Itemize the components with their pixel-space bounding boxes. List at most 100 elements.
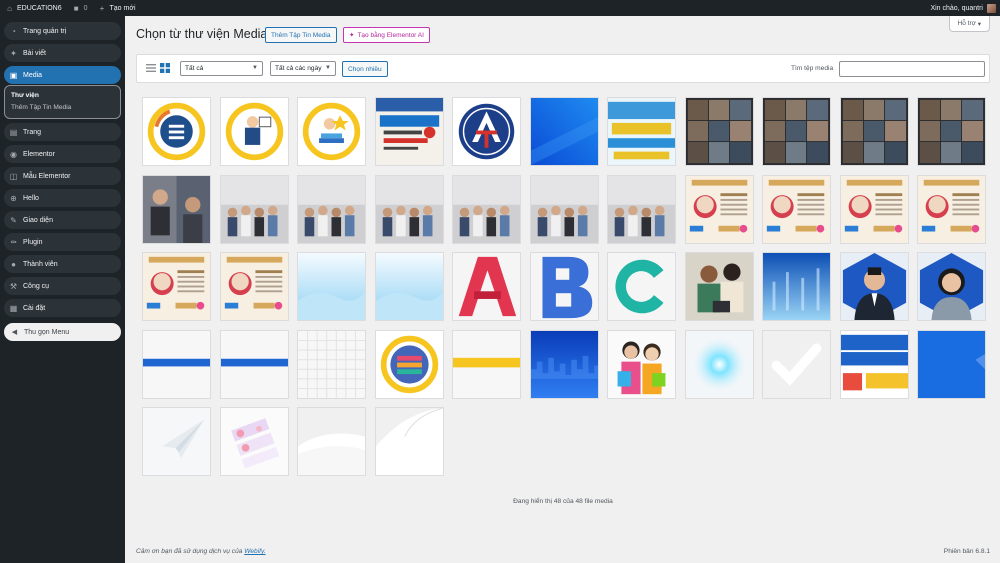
media-thumbnail[interactable] <box>374 407 444 476</box>
thumbnail-image <box>608 330 675 398</box>
media-thumbnail[interactable] <box>684 329 754 399</box>
sidebar-item-5[interactable]: ◉ Elementor <box>4 144 121 164</box>
sidebar-item-6[interactable]: ◫ Mẫu Elementor <box>4 166 121 186</box>
new-content-link[interactable]: + Tạo mới <box>93 0 141 16</box>
sidebar-item-11[interactable]: ⚒ Công cụ <box>4 276 121 296</box>
thumbnail-image <box>220 98 288 165</box>
bulk-select-button[interactable]: Chọn nhiều <box>342 61 388 77</box>
collapse-menu-button[interactable]: ◀ Thu gọn Menu <box>4 323 121 342</box>
media-thumbnail[interactable] <box>219 174 289 244</box>
help-tab-button[interactable]: Hỗ trợ ▾ <box>948 16 990 32</box>
footer-thanks-link[interactable]: Webify. <box>244 548 265 555</box>
media-type-filter[interactable]: Tất cả ▼ <box>180 61 263 76</box>
media-thumbnail[interactable] <box>684 97 754 166</box>
media-thumbnail[interactable] <box>762 329 831 399</box>
media-thumbnail[interactable] <box>142 252 211 321</box>
thumbnail-image <box>375 253 443 320</box>
media-thumbnail[interactable] <box>839 329 909 399</box>
media-thumbnail[interactable] <box>529 329 599 399</box>
sidebar-item-1[interactable]: ◔ Trang quản trị <box>4 22 121 41</box>
media-thumbnail[interactable] <box>529 174 599 244</box>
list-view-icon[interactable] <box>146 63 156 73</box>
footer-thanks: Cảm ơn bạn đã sử dụng dịch vụ của Webify… <box>136 548 266 555</box>
media-thumbnail[interactable] <box>142 174 211 244</box>
media-thumbnail[interactable] <box>529 252 599 321</box>
account-greeting[interactable]: Xin chào, quantri <box>930 5 983 12</box>
media-thumbnail[interactable] <box>374 174 444 244</box>
media-thumbnail[interactable] <box>452 174 521 244</box>
sidebar-item-8[interactable]: ✎ Giao diện <box>4 210 121 230</box>
media-thumbnail[interactable] <box>917 174 986 244</box>
thumbnail-image <box>763 175 830 243</box>
sidebar-item-label: Bài viết <box>23 49 46 57</box>
grid-view-icon[interactable] <box>160 63 170 73</box>
media-thumbnail[interactable] <box>762 252 831 321</box>
avatar[interactable] <box>987 3 996 13</box>
media-thumbnail[interactable] <box>684 252 754 321</box>
elementor-ai-label: Tạo bằng Elementor AI <box>357 31 424 39</box>
media-thumbnail[interactable] <box>452 329 521 399</box>
media-thumbnail[interactable] <box>297 174 366 244</box>
media-thumbnail[interactable] <box>917 252 986 321</box>
media-thumbnail[interactable] <box>374 329 444 399</box>
thumbnail-image <box>143 98 210 165</box>
media-thumbnail[interactable] <box>142 329 211 399</box>
sidebar-item-12[interactable]: ▦ Cài đặt <box>4 298 121 318</box>
sidebar-item-3[interactable]: ▣ Media <box>4 65 121 85</box>
sidebar-item-label: Trang quản trị <box>23 27 67 35</box>
media-thumbnail[interactable] <box>607 329 676 399</box>
media-thumbnail[interactable] <box>917 329 986 399</box>
media-thumbnail[interactable] <box>142 407 211 476</box>
thumbnail-image <box>685 253 753 320</box>
media-thumbnail[interactable] <box>762 174 831 244</box>
media-thumbnail[interactable] <box>839 97 909 166</box>
media-thumbnail[interactable] <box>374 97 444 166</box>
media-thumbnail[interactable] <box>839 174 909 244</box>
pin-icon: ✦ <box>10 48 17 58</box>
sidebar-item-label: Trang <box>23 128 42 136</box>
media-thumbnail[interactable] <box>219 407 289 476</box>
sidebar-item-4[interactable]: ▤ Trang <box>4 122 121 142</box>
media-thumbnail[interactable] <box>142 97 211 166</box>
media-thumbnail[interactable] <box>607 97 676 166</box>
thumbnail-image <box>918 253 985 320</box>
elementor-ai-button[interactable]: ✦ Tạo bằng Elementor AI <box>343 27 430 43</box>
media-thumbnail[interactable] <box>297 329 366 399</box>
media-thumbnail[interactable] <box>762 97 831 166</box>
media-thumbnail[interactable] <box>452 252 521 321</box>
media-thumbnail[interactable] <box>219 252 289 321</box>
media-thumbnail[interactable] <box>219 329 289 399</box>
submenu-item[interactable]: Thêm Tập Tin Media <box>11 102 114 114</box>
media-thumbnail[interactable] <box>684 174 754 244</box>
date-filter-value: Tất cả các ngày <box>275 65 322 72</box>
sidebar-item-2[interactable]: ✦ Bài viết <box>4 43 121 63</box>
sidebar-item-7[interactable]: ⊕ Hello <box>4 188 121 208</box>
media-thumbnail[interactable] <box>529 97 599 166</box>
thumbnail-image <box>220 330 288 398</box>
chevron-down-icon: ▼ <box>252 65 258 71</box>
media-thumbnail[interactable] <box>297 252 366 321</box>
sidebar-item-9[interactable]: ⚰ Plugin <box>4 232 121 252</box>
site-name-link[interactable]: ⌂ EDUCATION6 <box>0 0 67 16</box>
date-filter[interactable]: Tất cả các ngày ▼ <box>270 61 336 76</box>
media-thumbnail[interactable] <box>607 252 676 321</box>
new-label: Tạo mới <box>109 4 136 12</box>
media-thumbnail[interactable] <box>839 252 909 321</box>
media-thumbnail[interactable] <box>297 97 366 166</box>
media-thumbnail[interactable] <box>297 407 366 476</box>
add-media-button[interactable]: Thêm Tập Tin Media <box>265 27 337 43</box>
media-thumbnail[interactable] <box>219 97 289 166</box>
search-input[interactable] <box>839 61 985 77</box>
elementor-icon: ◉ <box>10 149 17 159</box>
plus-icon: + <box>99 3 105 13</box>
comments-link[interactable]: ■ 0 <box>67 0 93 16</box>
media-thumbnail[interactable] <box>917 97 986 166</box>
submenu-item[interactable]: Thư viện <box>11 90 114 102</box>
thumbnail-image <box>375 175 443 243</box>
media-thumbnail[interactable] <box>374 252 444 321</box>
media-thumbnail[interactable] <box>607 174 676 244</box>
sidebar-item-10[interactable]: ● Thành viên <box>4 254 121 274</box>
media-thumbnail[interactable] <box>452 97 521 166</box>
sidebar-item-label: Mẫu Elementor <box>23 172 71 180</box>
thumbnail-image <box>840 98 908 165</box>
